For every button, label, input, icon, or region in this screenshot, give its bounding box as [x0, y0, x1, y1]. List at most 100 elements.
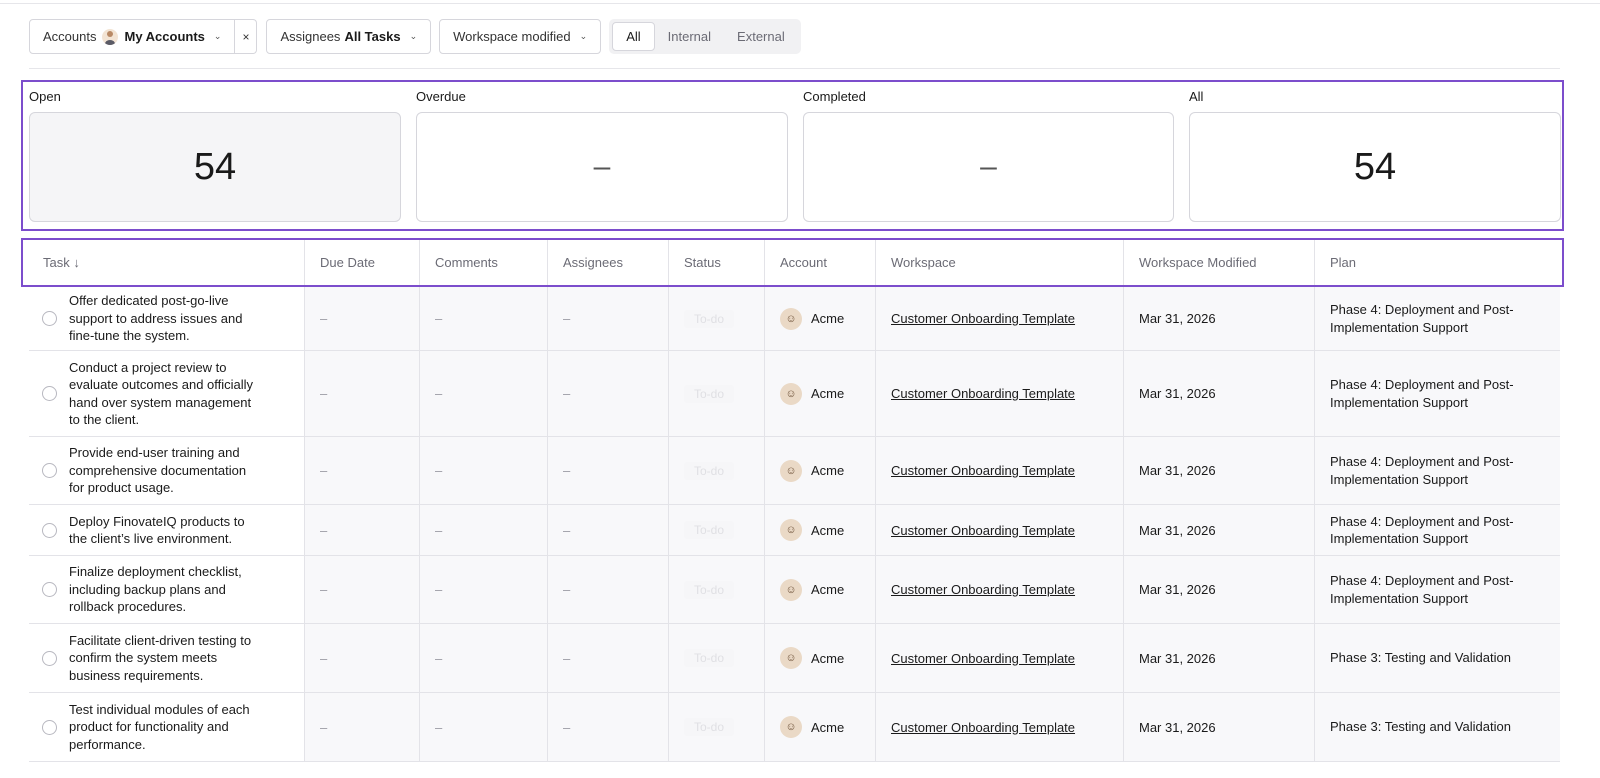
workspace-link[interactable]: Customer Onboarding Template	[891, 463, 1075, 478]
task-cell: Deploy FinovateIQ products to the client…	[29, 505, 304, 555]
stat-all-card[interactable]: 54	[1189, 112, 1561, 222]
filter-bar: Accounts My Accounts ⌄ × Assignees All T…	[29, 19, 801, 54]
table-row[interactable]: Conduct a project review to evaluate out…	[29, 351, 1560, 437]
workspace-cell: Customer Onboarding Template	[875, 437, 1123, 504]
assignees-value: –	[563, 522, 571, 538]
plan-value: Phase 4: Deployment and Post-Implementat…	[1330, 513, 1514, 547]
modified-cell: Mar 31, 2026	[1123, 437, 1314, 504]
comments-value: –	[435, 311, 443, 326]
stat-all-label: All	[1189, 89, 1204, 104]
assignees-value: –	[563, 311, 571, 326]
stat-open-card[interactable]: 54	[29, 112, 401, 222]
comments-cell: –	[419, 437, 547, 504]
status-badge[interactable]: To-do	[684, 521, 735, 539]
acme-logo-icon: ☺	[780, 716, 802, 738]
account-name: Acme	[811, 386, 845, 401]
task-title[interactable]: Provide end-user training and comprehens…	[69, 444, 264, 497]
modified-date: Mar 31, 2026	[1139, 522, 1216, 538]
table-row[interactable]: Test individual modules of each product …	[29, 693, 1560, 762]
workspace-link[interactable]: Customer Onboarding Template	[891, 386, 1075, 401]
circle-checkbox-icon[interactable]	[42, 719, 57, 735]
assignees-value: –	[563, 650, 571, 666]
assignees-value: –	[563, 463, 571, 478]
assignees-value: –	[563, 386, 571, 401]
status-badge[interactable]: To-do	[684, 461, 735, 480]
status-cell: To-do	[668, 556, 764, 623]
modified-cell: Mar 31, 2026	[1123, 505, 1314, 555]
circle-checkbox-icon[interactable]	[42, 463, 57, 478]
plan-cell: Phase 4: Deployment and Post-Implementat…	[1314, 351, 1560, 436]
circle-checkbox-icon[interactable]	[42, 582, 57, 597]
table-row[interactable]: Facilitate client-driven testing to conf…	[29, 624, 1560, 693]
task-cell: Test individual modules of each product …	[29, 693, 304, 761]
workspace-link[interactable]: Customer Onboarding Template	[891, 311, 1075, 326]
clear-accounts-button[interactable]: ×	[235, 19, 258, 54]
status-badge[interactable]: To-do	[684, 309, 735, 328]
circle-checkbox-icon[interactable]	[42, 650, 57, 666]
column-header-plan[interactable]: Plan	[1314, 240, 1562, 285]
due-date-cell: –	[304, 351, 419, 436]
task-title[interactable]: Deploy FinovateIQ products to the client…	[69, 513, 264, 548]
workspace-link[interactable]: Customer Onboarding Template	[891, 582, 1075, 597]
column-header-due-date[interactable]: Due Date	[304, 240, 419, 285]
status-badge[interactable]: To-do	[684, 649, 735, 667]
assignees-cell: –	[547, 505, 668, 555]
workspace-cell: Customer Onboarding Template	[875, 505, 1123, 555]
status-badge[interactable]: To-do	[684, 384, 735, 403]
table-row[interactable]: Finalize deployment checklist, including…	[29, 556, 1560, 624]
plan-cell: Phase 4: Deployment and Post-Implementat…	[1314, 556, 1560, 623]
account-cell: ☺ Acme	[764, 351, 875, 436]
column-header-assignees[interactable]: Assignees	[547, 240, 668, 285]
circle-checkbox-icon[interactable]	[42, 311, 57, 326]
column-header-comments[interactable]: Comments	[419, 240, 547, 285]
assignees-filter-button[interactable]: Assignees All Tasks ⌄	[266, 19, 432, 54]
task-title[interactable]: Finalize deployment checklist, including…	[69, 563, 264, 616]
table-row[interactable]: Provide end-user training and comprehens…	[29, 437, 1560, 505]
task-title[interactable]: Offer dedicated post-go-live support to …	[69, 292, 264, 345]
due-date-value: –	[320, 582, 328, 597]
status-cell: To-do	[668, 287, 764, 350]
acme-logo-icon: ☺	[780, 459, 802, 482]
modified-cell: Mar 31, 2026	[1123, 287, 1314, 350]
acme-logo-icon: ☺	[780, 307, 802, 330]
task-cell: Provide end-user training and comprehens…	[29, 437, 304, 504]
stat-completed-card[interactable]: –	[803, 112, 1174, 222]
modified-cell: Mar 31, 2026	[1123, 624, 1314, 692]
account-name: Acme	[811, 650, 845, 666]
status-badge[interactable]: To-do	[684, 718, 735, 736]
task-cell: Offer dedicated post-go-live support to …	[29, 287, 304, 350]
column-header-workspace[interactable]: Workspace	[875, 240, 1123, 285]
workspace-link[interactable]: Customer Onboarding Template	[891, 523, 1075, 538]
task-title[interactable]: Conduct a project review to evaluate out…	[69, 359, 264, 429]
task-title[interactable]: Facilitate client-driven testing to conf…	[69, 632, 264, 685]
segment-external[interactable]: External	[724, 22, 798, 51]
workspace-cell: Customer Onboarding Template	[875, 624, 1123, 692]
plan-value: Phase 4: Deployment and Post-Implementat…	[1330, 454, 1514, 487]
column-header-task[interactable]: Task ↓	[23, 240, 304, 285]
comments-value: –	[435, 386, 443, 401]
accounts-filter-button[interactable]: Accounts My Accounts ⌄	[29, 19, 236, 54]
plan-value: Phase 4: Deployment and Post-Implementat…	[1330, 377, 1514, 410]
column-header-workspace-modified[interactable]: Workspace Modified	[1123, 240, 1314, 285]
task-table-body: Offer dedicated post-go-live support to …	[29, 287, 1560, 762]
task-title[interactable]: Test individual modules of each product …	[69, 701, 264, 754]
segment-all[interactable]: All	[612, 22, 655, 51]
task-cell: Conduct a project review to evaluate out…	[29, 351, 304, 436]
workspace-link[interactable]: Customer Onboarding Template	[891, 651, 1075, 666]
assignees-cell: –	[547, 351, 668, 436]
table-row[interactable]: Offer dedicated post-go-live support to …	[29, 287, 1560, 351]
workspace-modified-filter-button[interactable]: Workspace modified ⌄	[439, 19, 602, 54]
column-header-status[interactable]: Status	[668, 240, 764, 285]
column-header-account[interactable]: Account	[764, 240, 875, 285]
workspace-link[interactable]: Customer Onboarding Template	[891, 720, 1075, 735]
table-row[interactable]: Deploy FinovateIQ products to the client…	[29, 505, 1560, 556]
circle-checkbox-icon[interactable]	[42, 386, 57, 401]
status-badge[interactable]: To-do	[684, 580, 735, 599]
stat-overdue-card[interactable]: –	[416, 112, 788, 222]
circle-checkbox-icon[interactable]	[42, 522, 57, 538]
assignees-cell: –	[547, 624, 668, 692]
stat-completed-label: Completed	[803, 89, 866, 104]
account-name: Acme	[811, 311, 845, 326]
assignees-value: –	[563, 582, 571, 597]
segment-internal[interactable]: Internal	[655, 22, 724, 51]
